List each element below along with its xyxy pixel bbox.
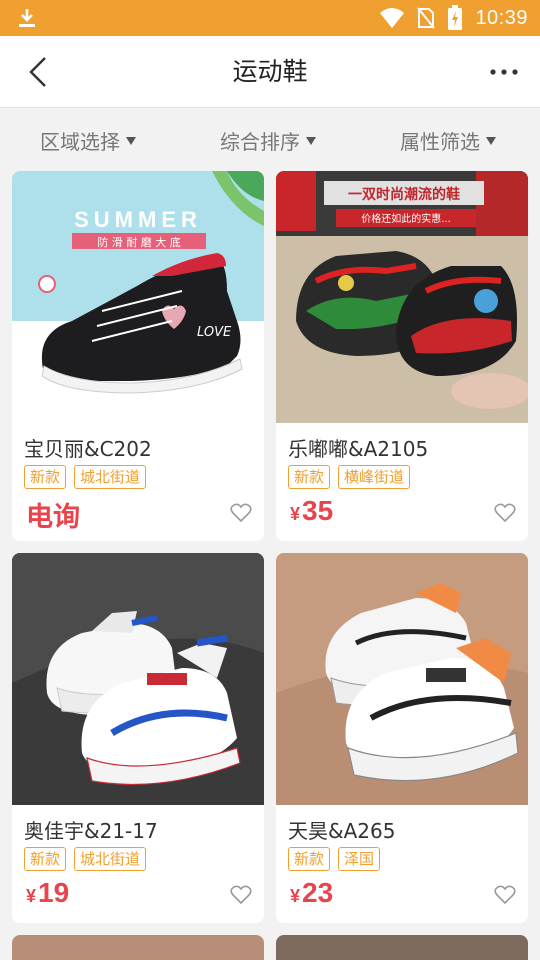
product-price: ¥ 19 (26, 877, 69, 909)
triangle-down-icon (486, 137, 496, 145)
filter-bar: 区域选择 综合排序 属性筛选 (0, 109, 540, 171)
product-card[interactable]: 一双时尚潮流的鞋 价格还如此的实惠... 乐嘟嘟&A2105 新款 横峰街道 ¥… (276, 171, 528, 541)
product-image: SUMMER 防 滑 耐 磨 大 底 LOVE (12, 171, 264, 423)
product-name: 宝贝丽&C202 (24, 437, 152, 461)
filter-label: 综合排序 (220, 129, 300, 154)
product-card[interactable] (276, 935, 528, 960)
product-price: ¥ 23 (290, 877, 333, 909)
currency-symbol: ¥ (290, 886, 301, 906)
more-button[interactable] (486, 54, 522, 90)
banner-title: 一双时尚潮流的鞋 (348, 186, 460, 203)
price-value: 35 (302, 495, 334, 526)
more-horizontal-icon (490, 69, 518, 75)
tag-location: 城北街道 (74, 465, 147, 489)
product-price: ¥ 35 (290, 495, 333, 527)
tag-new: 新款 (288, 847, 331, 871)
shoe-text: LOVE (197, 325, 232, 340)
product-name: 乐嘟嘟&A2105 (288, 437, 429, 461)
product-image (12, 553, 264, 805)
filter-sort[interactable]: 综合排序 (220, 109, 316, 171)
app-header: 运动鞋 (0, 36, 540, 108)
product-card[interactable]: 天昊&A265 新款 泽国 ¥ 23 (276, 553, 528, 923)
heart-icon[interactable] (230, 885, 252, 905)
triangle-down-icon (306, 137, 316, 145)
price-value: 23 (302, 877, 334, 908)
product-tags: 新款 城北街道 (24, 847, 147, 871)
product-card[interactable] (12, 935, 264, 960)
currency-symbol: ¥ (26, 886, 37, 906)
product-price: 电询 (26, 495, 80, 534)
banner-subtitle: 价格还如此的实惠... (361, 212, 451, 225)
product-name: 天昊&A265 (288, 819, 396, 843)
tag-new: 新款 (288, 465, 331, 489)
battery-charging-icon (448, 5, 463, 30)
price-value: 电询 (26, 502, 80, 533)
currency-symbol: ¥ (290, 504, 301, 524)
status-bar: 10:39 (0, 0, 540, 36)
filter-label: 区域选择 (40, 129, 120, 154)
triangle-down-icon (126, 137, 136, 145)
product-card[interactable]: SUMMER 防 滑 耐 磨 大 底 LOVE 宝贝丽&C202 新款 城北街道… (12, 171, 264, 541)
no-sim-icon (417, 7, 436, 29)
product-tags: 新款 泽国 (288, 847, 381, 871)
banner-title: SUMMER (74, 207, 202, 232)
heart-icon[interactable] (230, 503, 252, 523)
product-tags: 新款 城北街道 (24, 465, 147, 489)
tag-location: 城北街道 (74, 847, 147, 871)
page-title: 运动鞋 (232, 57, 308, 86)
price-value: 19 (38, 877, 70, 908)
tag-location: 横峰街道 (338, 465, 411, 489)
status-time: 10:39 (475, 6, 528, 29)
tag-new: 新款 (24, 465, 67, 489)
download-icon (19, 9, 35, 27)
heart-icon[interactable] (494, 503, 516, 523)
filter-region[interactable]: 区域选择 (40, 109, 136, 171)
tag-new: 新款 (24, 847, 67, 871)
status-icons: 10:39 (379, 0, 528, 36)
banner-subtitle: 防 滑 耐 磨 大 底 (97, 235, 180, 249)
product-card[interactable]: 奥佳宇&21-17 新款 城北街道 ¥ 19 (12, 553, 264, 923)
wifi-icon (380, 8, 405, 28)
heart-icon[interactable] (494, 885, 516, 905)
filter-label: 属性筛选 (400, 129, 480, 154)
product-image: 一双时尚潮流的鞋 价格还如此的实惠... (276, 171, 528, 423)
product-name: 奥佳宇&21-17 (24, 819, 158, 843)
product-tags: 新款 横峰街道 (288, 465, 411, 489)
filter-attributes[interactable]: 属性筛选 (400, 109, 496, 171)
tag-location: 泽国 (338, 847, 381, 871)
product-image (276, 553, 528, 805)
